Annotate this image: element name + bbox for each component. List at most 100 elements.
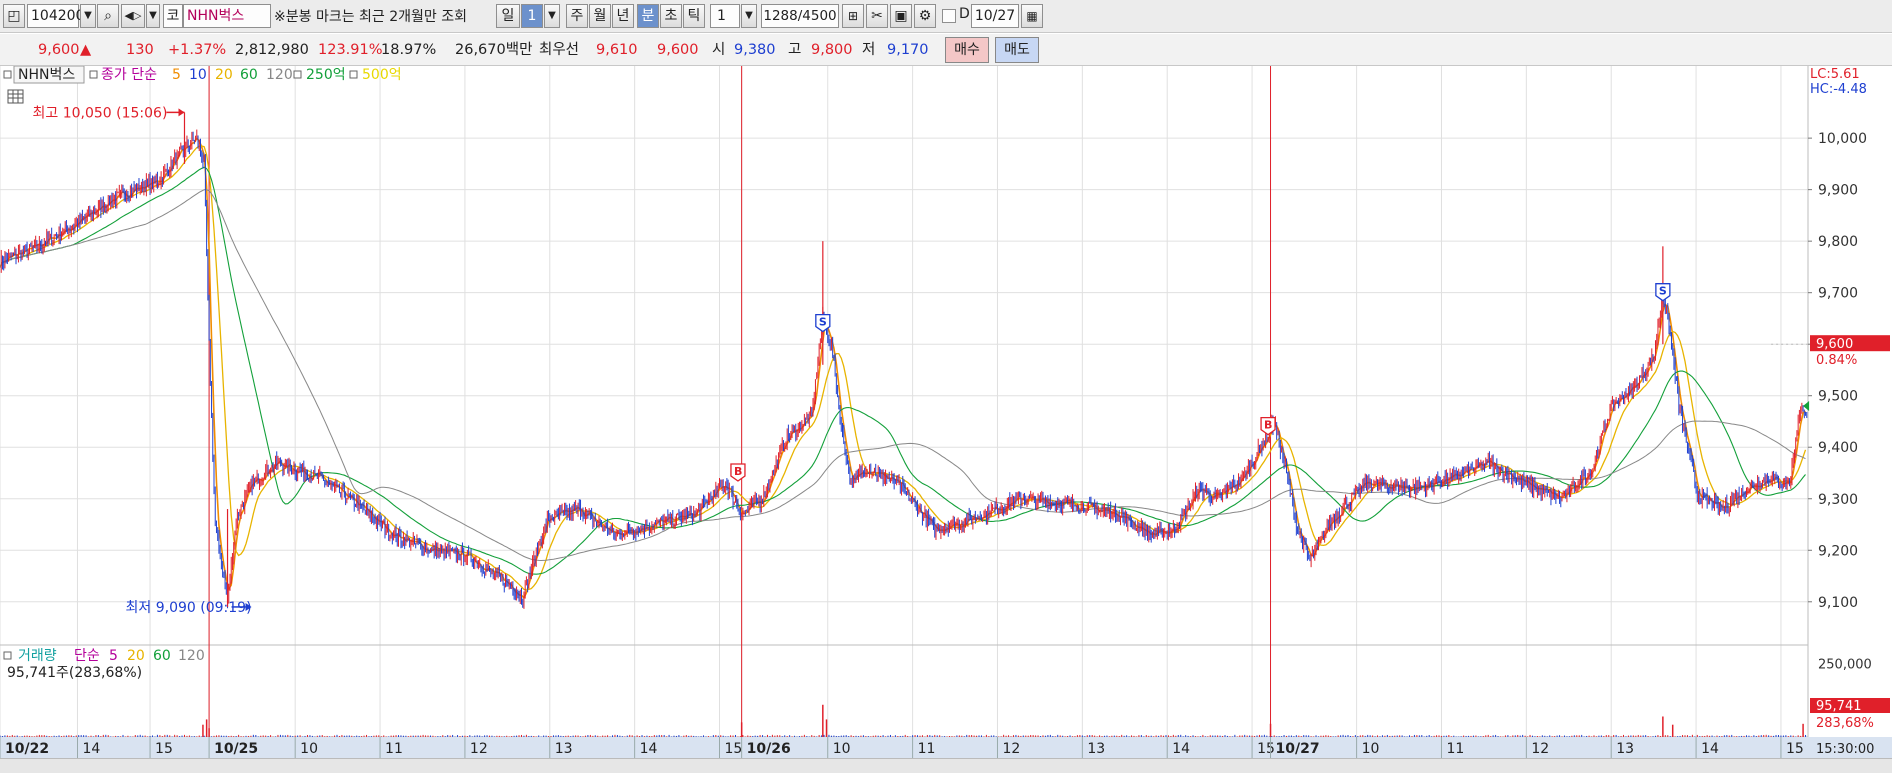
volume-legend-type: 단순 [74, 648, 100, 664]
candles [0, 112, 1808, 609]
period-year-button[interactable]: 년 [612, 4, 634, 28]
volume-tick-label: 250,000 [1818, 658, 1872, 673]
period-month-button[interactable]: 월 [589, 4, 611, 28]
stock-name-field[interactable]: NHN벅스 [183, 4, 271, 28]
legend-ma120: 120 [266, 67, 293, 83]
period-day-button[interactable]: 일 [496, 4, 520, 28]
table-view-icon[interactable] [7, 89, 24, 104]
legend-ma5: 5 [172, 67, 181, 83]
time-tick-label: 10/25 [214, 741, 258, 757]
code-dropdown-icon[interactable]: ▼ [80, 4, 96, 28]
hc-info: HC:-4.48 [1810, 82, 1867, 97]
period-day-dropdown-icon[interactable]: ▼ [544, 4, 560, 28]
time-tick-label: 11 [1446, 741, 1464, 757]
interval-input[interactable]: 1 [710, 4, 740, 28]
best-bid: 9,600 [657, 42, 699, 58]
time-tick-label: 13 [1616, 741, 1634, 757]
time-tick-label: 10 [300, 741, 318, 757]
legend-ma500-toggle-icon[interactable] [349, 70, 358, 79]
volume-legend-toggle-icon[interactable] [3, 651, 12, 660]
time-tick-label: 15 [725, 741, 743, 757]
low-label: 저 [862, 42, 876, 58]
volume-legend: 거래량 단순 5 20 60 120 95,741주(283,68%) [3, 648, 205, 681]
legend-ma20: 20 [215, 67, 233, 83]
time-tick-label: 11 [385, 741, 403, 757]
time-tick-label: 14 [1701, 741, 1719, 757]
chart-scrollbar[interactable] [0, 758, 1892, 773]
buy-signal-label: B [1264, 419, 1272, 432]
time-tick-label: 10/26 [747, 741, 791, 757]
price-tick-label: 9,700 [1818, 286, 1858, 302]
high-label: 고 [788, 42, 802, 58]
volume-legend-ma120: 120 [178, 648, 205, 664]
last-price-marker [1803, 401, 1810, 412]
ma60-line [0, 166, 1806, 575]
period-week-button[interactable]: 주 [566, 4, 588, 28]
price-tick-label: 9,300 [1818, 492, 1858, 508]
date-input[interactable]: 10/27 [971, 4, 1019, 28]
time-tick-label: 15 [1257, 741, 1275, 757]
period-tick-button[interactable]: 틱 [683, 4, 705, 28]
sell-signal-label: S [1659, 285, 1667, 298]
legend-ma-type: 종가 단순 [101, 67, 157, 83]
search-icon[interactable]: ⌕ [97, 4, 119, 28]
gear-icon[interactable]: ⚙ [914, 4, 936, 28]
legend-stock-name: NHN벅스 [18, 67, 75, 83]
price-tick-label: 9,500 [1818, 389, 1858, 405]
chart-menu-icon[interactable]: ◰ [3, 4, 25, 28]
stock-code-input[interactable]: 104200 [27, 4, 84, 28]
history-dropdown-icon[interactable]: ▼ [146, 4, 160, 28]
high-price: 9,800 [811, 42, 853, 58]
legend-volume-ma-toggle-icon[interactable] [293, 70, 302, 79]
save-icon[interactable]: ▣ [890, 4, 912, 28]
sell-button[interactable]: 매도 [995, 37, 1039, 63]
legend-ma10: 10 [189, 67, 207, 83]
volume-legend-name: 거래량 [18, 648, 57, 664]
price-change: 130 [126, 42, 154, 58]
time-tick-label: 13 [1087, 741, 1105, 757]
legend-ma-toggle-icon[interactable] [89, 70, 98, 79]
volume-legend-ma5: 5 [109, 648, 118, 664]
volume-ratio: 123.91% [318, 42, 383, 58]
sell-signal-label: S [819, 316, 827, 329]
ma120-line [0, 189, 1806, 562]
history-icon[interactable]: ◀▷ [121, 4, 145, 28]
change-arrow: ▲ [80, 42, 92, 58]
candle-settings-icon[interactable]: ⊞ [842, 4, 864, 28]
bar-count-field[interactable]: 1288/4500 [761, 4, 839, 28]
time-tick-label: 11 [918, 741, 936, 757]
high-annotation-label: 최고 10,050 (15:06) [32, 105, 167, 121]
legend-toggle-icon[interactable] [3, 70, 12, 79]
price-tick-label: 9,100 [1818, 595, 1858, 611]
time-tick-label: 12 [470, 741, 488, 757]
best-quote-label: 최우선 [539, 42, 580, 58]
period-day-count[interactable]: 1 [521, 4, 543, 28]
candlestick-chart[interactable]: 10,000 9,900 9,800 9,700 9,600 9,500 9,400 9,30… [0, 66, 1892, 758]
calendar-icon[interactable]: ▦ [1021, 4, 1043, 28]
scissors-icon[interactable]: ✂ [866, 4, 888, 28]
period-minute-button[interactable]: 분 [637, 4, 659, 28]
bar-count-total: /4500 [797, 8, 837, 24]
current-volume-tag: 95,741 [1816, 699, 1862, 714]
annotations: 최고 10,050 (15:06) 최저 9,090 (09:19) B S B S [32, 105, 1810, 616]
interval-dropdown-icon[interactable]: ▼ [741, 4, 757, 28]
time-tick-label: 15 [155, 741, 173, 757]
low-price: 9,170 [887, 42, 929, 58]
current-price: 9,600 [38, 42, 80, 58]
ma5-line [0, 137, 1806, 600]
date-checkbox-label: D [959, 6, 970, 22]
current-price-tag: 9,600 [1816, 337, 1853, 352]
price-tick-label: 10,000 [1818, 131, 1867, 147]
period-second-button[interactable]: 초 [660, 4, 682, 28]
high-annotation-arrowhead [178, 108, 185, 117]
price-tick-label: 9,200 [1818, 543, 1858, 559]
time-tick-label: 10 [1362, 741, 1380, 757]
time-tick-label: 10 [833, 741, 851, 757]
market-badge: 코 [163, 4, 183, 28]
buy-button[interactable]: 매수 [945, 37, 989, 63]
date-checkbox[interactable] [942, 9, 956, 23]
low-annotation-label: 최저 9,090 (09:19) [126, 600, 252, 616]
time-tick-label: 15 [1786, 741, 1804, 757]
open-label: 시 [712, 42, 726, 58]
time-label: 15:30:00 [1816, 742, 1874, 757]
